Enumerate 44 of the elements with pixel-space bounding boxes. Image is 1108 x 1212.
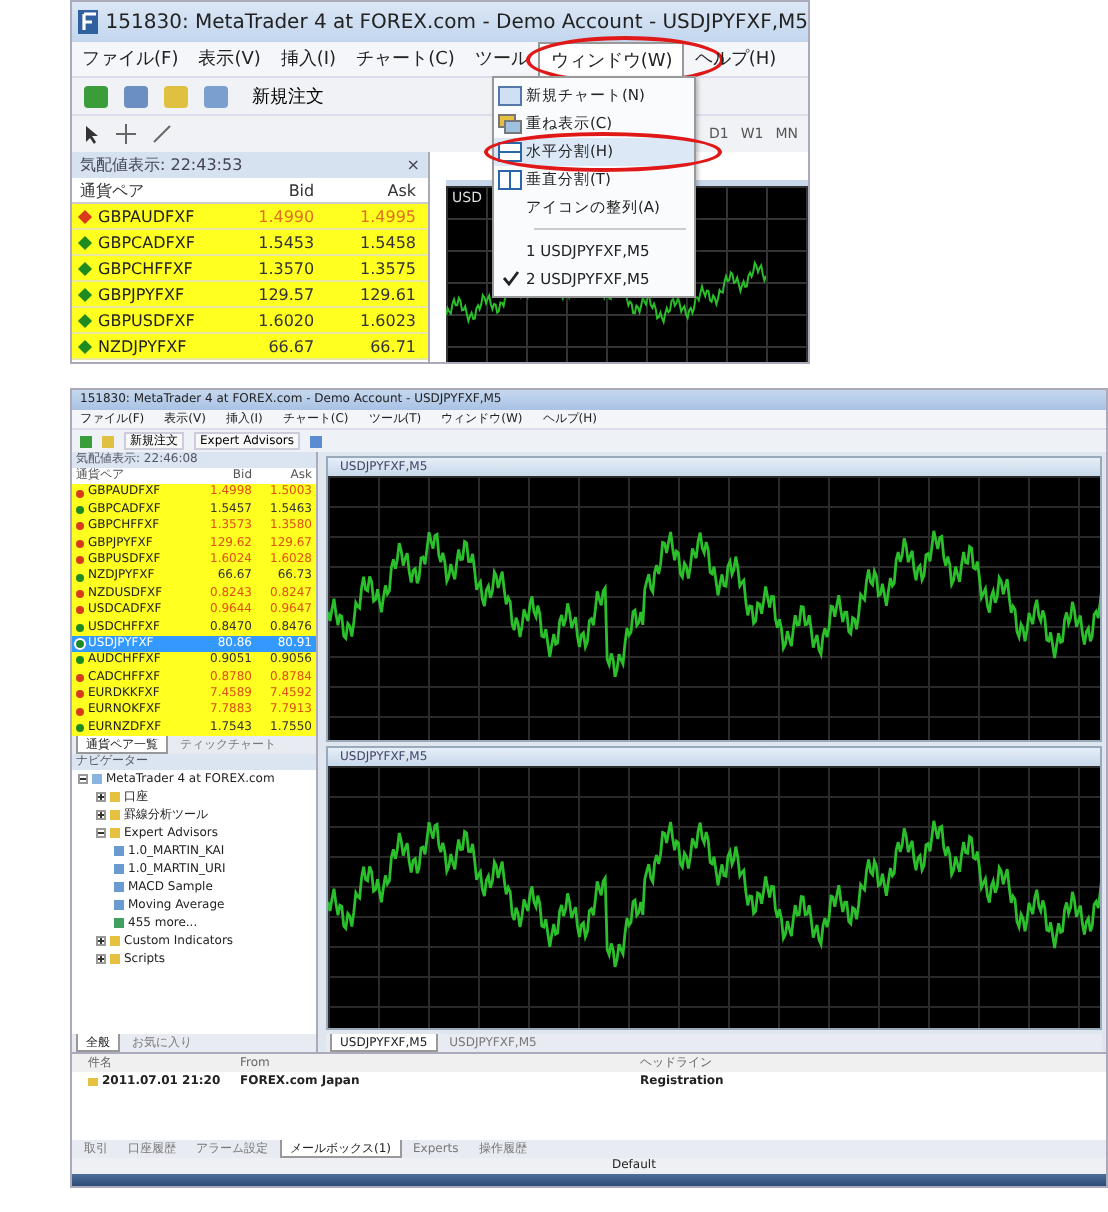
column-header: Bid — [286, 181, 317, 199]
column-header: Ask — [385, 181, 418, 199]
menu-item[interactable]: ウィンドウ(W) — [538, 41, 685, 77]
ask-cell-text: 66.71 — [368, 337, 418, 355]
horizontal-split-icon — [498, 142, 522, 162]
menu-item[interactable]: チャート(C) — [346, 42, 465, 76]
ask-cell-text: 129.61 — [358, 285, 418, 303]
symbol-cell: GBPCADFXF — [98, 233, 195, 251]
vertical-split-icon — [498, 170, 522, 190]
new-order-button[interactable]: 新規注文 — [244, 83, 332, 109]
ask-cell-text: 1.6023 — [358, 311, 418, 329]
bid-cell-text: 1.6020 — [256, 311, 317, 329]
column-header: 通貨ペア — [78, 179, 146, 201]
expander-icon[interactable] — [96, 936, 106, 947]
expander-icon[interactable] — [96, 954, 106, 965]
close-button[interactable]: × — [406, 152, 420, 178]
symbol-cell: NZDJPYFXF — [98, 337, 187, 355]
panel-title: 気配値表示: 22:43:53 — [80, 154, 243, 178]
symbol-cell: GBPCHFFXF — [98, 259, 193, 277]
bid-cell-text: 1.3570 — [256, 259, 317, 277]
window-title: 151830: MetaTrader 4 at FOREX.com - Demo Account - USDJPYFXF,M5 — [105, 11, 808, 33]
expander-icon[interactable] — [96, 792, 106, 803]
menu-item[interactable]: ファイル(F) — [72, 42, 189, 76]
symbol-cell: GBPJPYFXF — [98, 285, 185, 303]
expander-icon[interactable] — [96, 810, 106, 821]
expander-icon[interactable] — [78, 774, 88, 785]
bid-cell-text: 1.4990 — [256, 207, 317, 225]
ask-cell-text: 1.4995 — [358, 207, 418, 225]
cursor-icon[interactable] — [84, 124, 100, 144]
expander-icon[interactable] — [96, 828, 106, 839]
bid-cell-text: 129.57 — [256, 285, 317, 303]
app-logo-icon — [78, 10, 98, 34]
envelope-icon — [88, 1077, 98, 1085]
symbol-cell: GBPAUDFXF — [98, 207, 195, 225]
line-icon[interactable] — [152, 124, 172, 144]
bid-cell-text: 66.67 — [266, 337, 317, 355]
cascade-windows-icon — [498, 114, 522, 134]
bid-cell-text: 1.5453 — [256, 233, 317, 251]
ask-cell-text: 1.3575 — [358, 259, 418, 277]
menu-item[interactable]: 挿入(I) — [270, 42, 347, 76]
symbol-cell: GBPUSDFXF — [98, 311, 195, 329]
menu-item[interactable]: 表示(V) — [188, 42, 271, 76]
crosshair-icon[interactable] — [116, 124, 136, 144]
ask-cell-text: 1.5458 — [358, 233, 418, 251]
